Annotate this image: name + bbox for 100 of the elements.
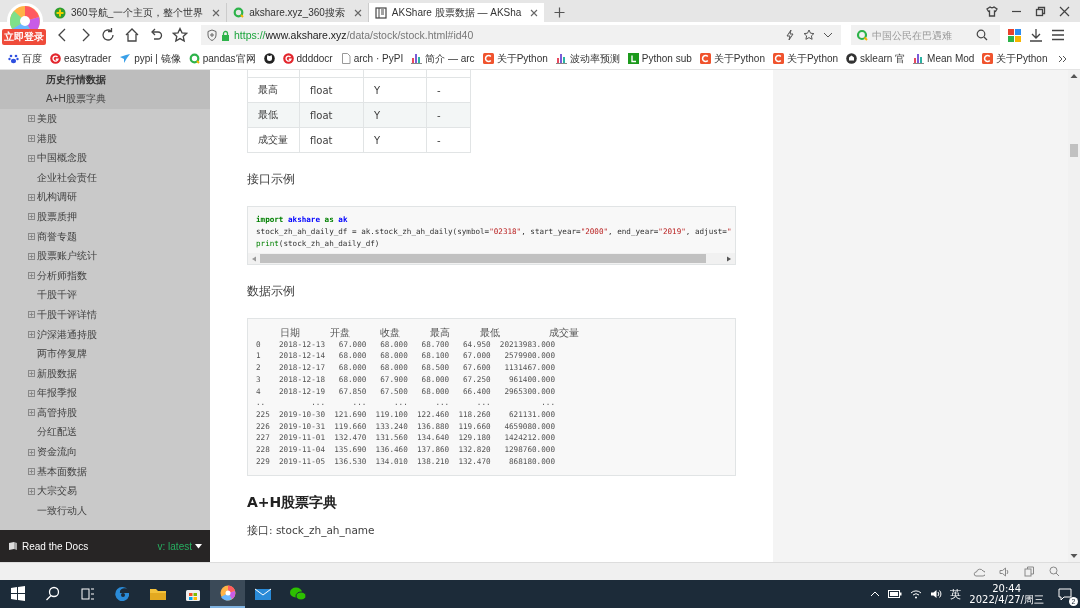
table-cell: 成交量 [247,127,300,153]
wifi-icon[interactable] [910,589,923,599]
browser-logo-icon [218,584,237,602]
nav-link[interactable]: 股票账户统计 [28,249,97,264]
taskbar-button[interactable] [210,580,245,608]
shirt-icon[interactable] [986,6,998,17]
speaker-icon[interactable] [999,566,1010,577]
square-logo-icon [982,53,994,64]
cat-silhouette-icon[interactable] [263,53,275,64]
bookmark-item[interactable]: 关于Python [482,51,548,66]
more-chevron-icon[interactable] [1058,53,1068,64]
square-logo-icon [482,53,494,64]
notification-icon[interactable] [1058,587,1072,601]
nav-link[interactable]: 高管持股 [28,405,77,420]
bookmark-item[interactable]: pandas官网 [188,51,256,66]
version-selector[interactable]: v: latest [157,540,202,552]
bar-chart-icon [913,53,925,64]
nav-link[interactable]: 大宗交易 [28,484,77,499]
nav-link[interactable]: 基本面数据 [28,464,87,479]
nav-link[interactable]: 年报季报 [28,386,77,401]
close-icon[interactable] [530,8,539,17]
bookmark-item[interactable]: 关于Python [699,51,765,66]
bookmark-item[interactable]: easytrader [50,53,112,64]
close-icon[interactable] [1059,6,1070,17]
bookmark-item[interactable]: sklearn 官 [846,51,906,66]
star-icon[interactable] [803,29,815,41]
nav-link[interactable]: 企业社会责任 [28,170,97,185]
clock-time[interactable]: 20:44 [992,583,1022,594]
table-cell: float [299,102,364,128]
bookmark-item[interactable]: 波动率预测 [555,51,620,66]
clock-date[interactable]: 2022/4/27/周三 [969,594,1044,605]
input-method-indicator[interactable]: 英 [950,586,962,602]
nav-link[interactable]: 股票质押 [28,209,77,224]
nav-link[interactable]: 分析师指数 [28,268,87,283]
address-field[interactable]: https://www.akshare.xyz/data/stock/stock.html#id40 [201,25,841,45]
nav-link[interactable]: 商誉专题 [28,229,77,244]
bookmark-item[interactable]: 关于Python [772,51,839,66]
search-box[interactable]: 中国公民在巴遇难 [851,25,1000,45]
nav-link[interactable]: 千股千评详情 [28,307,97,322]
zoom-icon[interactable] [1049,566,1060,577]
login-button[interactable]: 立即登录 [2,29,46,45]
close-icon[interactable] [353,8,362,17]
scrollbar-thumb[interactable] [260,254,706,263]
page-icon [340,53,351,64]
star-icon[interactable] [172,27,188,43]
table-cell: Y [363,127,427,153]
grid-icon[interactable] [1008,28,1021,42]
browser-tab[interactable]: 360导航_一个主页，整个世界 [48,3,228,22]
search-field[interactable]: 中国公民在巴遇难 [872,29,972,41]
chevron-up-icon[interactable] [870,590,881,598]
bookmark-item[interactable]: pypi | 镜像 [119,51,181,66]
circle-logo-icon [282,53,294,64]
nav-link[interactable]: 港股 [28,131,57,146]
reload-icon[interactable] [100,27,116,43]
nav-link[interactable]: 两市停复牌 [28,347,87,362]
scrollbar-thumb[interactable] [1070,144,1078,157]
bookmark-item[interactable]: 关于Python [982,51,1048,66]
lightning-icon[interactable] [785,29,795,41]
nav-link[interactable]: 机构调研 [28,190,77,205]
nav-link[interactable]: 新股数据 [28,366,77,381]
bookmark-item[interactable]: Mean Mod [913,53,975,64]
chevron-down-icon[interactable] [823,31,833,39]
bookmark-item[interactable]: ddddocr [282,53,333,64]
square-logo-icon [699,53,711,64]
bookmark-item[interactable]: 简介 — arc [411,51,475,66]
nav-link[interactable]: 千股千评 [28,288,77,303]
shield-icon [207,29,217,41]
nav-link[interactable]: 中国概念股 [28,151,87,166]
menu-icon[interactable] [1051,28,1065,42]
nav-link[interactable]: 沪深港通持股 [28,327,97,342]
nav-link[interactable]: 分红配送 [28,425,77,440]
scroll-up-icon[interactable] [1070,73,1078,79]
copy-icon[interactable] [1024,566,1035,577]
browser-tab[interactable]: AKShare 股票数据 — AKSha [368,3,545,22]
cloud-icon[interactable] [973,566,985,577]
volume-icon[interactable] [930,589,943,599]
docs-brand-link[interactable]: Read the Docs [8,540,89,552]
browser-tab[interactable]: akshare.xyz_360搜索 [227,3,369,22]
book-icon [8,541,18,551]
restore-icon[interactable] [1035,6,1046,17]
scroll-right-icon[interactable] [726,255,732,262]
table-cell: Y [363,102,427,128]
battery-icon[interactable] [888,590,903,598]
section-label: 数据示例 [247,284,296,299]
table-cell: - [426,127,471,153]
search-icon[interactable] [976,29,988,41]
bookmark-item[interactable]: Python sub [627,53,692,64]
plus-icon[interactable] [554,7,566,18]
bookmark-item[interactable]: 百度 [8,51,42,66]
bookmark-item[interactable]: arch · PyPI [340,53,404,64]
nav-link[interactable]: 一致行动人 [28,503,87,518]
download-icon[interactable] [1029,28,1043,42]
table-cell: float [299,127,364,153]
circle-logo-icon [846,53,858,64]
nav-link[interactable]: 美股 [28,112,57,126]
bar-chart-icon [555,53,567,64]
home-icon[interactable] [124,27,140,43]
close-icon[interactable] [212,8,221,17]
scroll-down-icon[interactable] [1070,553,1078,559]
nav-link[interactable]: 资金流向 [28,445,77,460]
